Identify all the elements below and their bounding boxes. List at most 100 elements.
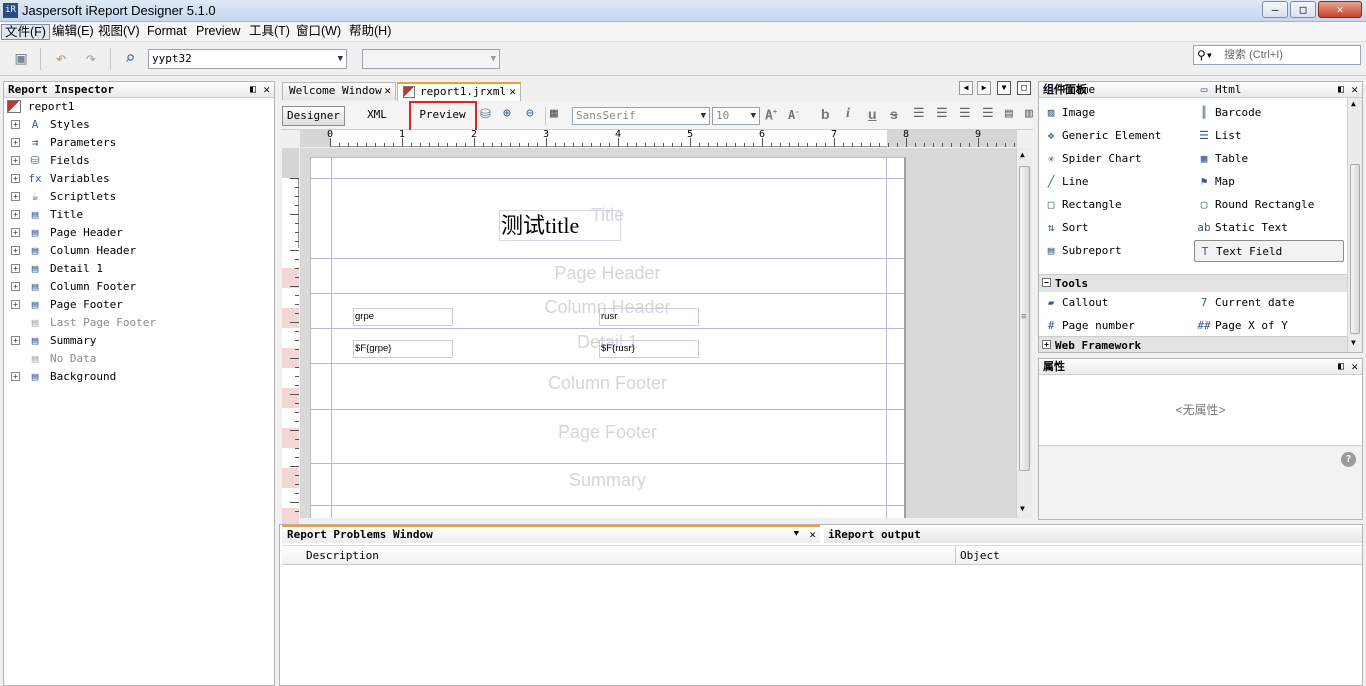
palette-item-map[interactable]: ⚑ Map: [1194, 171, 1344, 193]
expand-icon[interactable]: +: [11, 246, 20, 255]
band-page-header[interactable]: Page Header: [311, 259, 904, 294]
close-panel-icon[interactable]: ✕: [1351, 82, 1358, 97]
tree-item-page-header[interactable]: + ▤ Page Header: [4, 224, 274, 242]
palette-item-callout[interactable]: ▰ Callout: [1041, 292, 1191, 314]
expand-icon[interactable]: +: [11, 138, 20, 147]
close-tab-icon[interactable]: ✕: [509, 84, 516, 100]
tab-list-icon[interactable]: ⯆: [793, 527, 800, 543]
scroll-thumb[interactable]: [1350, 164, 1360, 334]
palette-item-barcode[interactable]: ║ Barcode: [1194, 102, 1344, 124]
tab-scroll-left-icon[interactable]: ◀: [959, 81, 973, 95]
palette-item-frame[interactable]: ▭ Frame: [1041, 82, 1191, 101]
column-header-description[interactable]: Description: [306, 549, 379, 562]
scroll-up-icon[interactable]: ▲: [1351, 99, 1356, 108]
palette-item-rectangle[interactable]: □ Rectangle: [1041, 194, 1191, 216]
align-left-icon[interactable]: ☰: [913, 106, 925, 121]
font-size-select[interactable]: 10 ▼: [712, 107, 760, 125]
web-framework-section-header[interactable]: + Web Framework: [1039, 336, 1347, 352]
menu-edit[interactable]: 编辑(E): [49, 24, 97, 40]
minimize-panel-icon[interactable]: ◧: [1338, 359, 1344, 374]
font-family-select[interactable]: SansSerif ▼: [572, 107, 710, 125]
palette-item-current-date[interactable]: 7 Current date: [1194, 292, 1344, 314]
secondary-select[interactable]: ▼: [362, 49, 500, 69]
scroll-thumb[interactable]: ≡: [1019, 166, 1030, 471]
underline-icon[interactable]: u: [868, 106, 877, 122]
save-all-icon[interactable]: ▣: [10, 48, 32, 70]
palette-item-line[interactable]: ╱ Line: [1041, 171, 1191, 193]
expand-icon[interactable]: +: [11, 300, 20, 309]
minimize-panel-icon[interactable]: ◧: [250, 82, 256, 97]
palette-item-table[interactable]: ▦ Table: [1194, 148, 1344, 170]
tree-item-column-footer[interactable]: + ▤ Column Footer: [4, 278, 274, 296]
band-title[interactable]: Title 测试title: [311, 179, 904, 259]
close-panel-icon[interactable]: ✕: [1351, 359, 1358, 374]
tree-item-variables[interactable]: + fx Variables: [4, 170, 274, 188]
menu-tools[interactable]: 工具(T): [246, 24, 293, 40]
search-box[interactable]: ⚲▾ 搜索 (Ctrl+I): [1193, 45, 1361, 65]
palette-scrollbar[interactable]: ▲ ▼: [1347, 98, 1362, 352]
expand-icon[interactable]: +: [11, 264, 20, 273]
scroll-down-icon[interactable]: ▼: [1020, 504, 1025, 513]
scroll-down-icon[interactable]: ▼: [1351, 338, 1356, 347]
align-center-icon[interactable]: ☰: [959, 106, 971, 121]
decrease-font-icon[interactable]: A-: [788, 108, 799, 122]
tree-item-last-page-footer[interactable]: ▤ Last Page Footer: [4, 314, 274, 332]
editor-vertical-scrollbar[interactable]: ▲ ≡ ▼: [1016, 148, 1032, 518]
expand-icon[interactable]: +: [11, 336, 20, 345]
bottom-tab-problems[interactable]: Report Problems Window ⯆ ✕: [282, 525, 820, 543]
palette-item-round-rectangle[interactable]: ▢ Round Rectangle: [1194, 194, 1344, 216]
menu-format[interactable]: Format: [144, 24, 190, 40]
menu-window[interactable]: 窗口(W): [293, 24, 344, 40]
detail-field-rusr[interactable]: $F{rusr}: [599, 340, 699, 358]
bold-icon[interactable]: b: [821, 106, 830, 122]
minimize-button[interactable]: —: [1262, 1, 1288, 18]
tree-item-column-header[interactable]: + ▤ Column Header: [4, 242, 274, 260]
expand-icon[interactable]: +: [11, 372, 20, 381]
tab-scroll-right-icon[interactable]: ▶: [977, 81, 991, 95]
column-header-field-grpe[interactable]: grpe: [353, 308, 453, 326]
palette-item-text-field[interactable]: T Text Field: [1194, 240, 1344, 262]
menu-view[interactable]: 视图(V): [95, 24, 143, 40]
datasource-icon[interactable]: ⌕: [119, 48, 141, 70]
help-icon[interactable]: ?: [1341, 452, 1356, 467]
tree-item-parameters[interactable]: + ⇉ Parameters: [4, 134, 274, 152]
palette-item-sort[interactable]: ⇅ Sort: [1041, 217, 1191, 239]
tab-report1[interactable]: report1.jrxml ✕: [397, 82, 521, 101]
align-justify-icon[interactable]: ☰: [936, 106, 948, 121]
tree-item-styles[interactable]: + A Styles: [4, 116, 274, 134]
close-tab-icon[interactable]: ✕: [809, 527, 816, 543]
xml-view-button[interactable]: XML: [352, 106, 402, 126]
band-detail[interactable]: Detail 1 $F{grpe} $F{rusr}: [311, 329, 904, 364]
strikethrough-icon[interactable]: s: [890, 106, 898, 122]
tree-item-title[interactable]: + ▤ Title: [4, 206, 274, 224]
palette-item-static-text[interactable]: ab Static Text: [1194, 217, 1344, 239]
redo-icon[interactable]: ↷: [80, 48, 102, 70]
menu-preview[interactable]: Preview: [193, 24, 243, 40]
expand-icon[interactable]: +: [11, 120, 20, 129]
band-page-footer[interactable]: Page Footer: [311, 410, 904, 464]
title-text-field[interactable]: 测试title: [499, 210, 621, 241]
maximize-button[interactable]: □: [1290, 1, 1316, 18]
palette-item-image[interactable]: ▨ Image: [1041, 102, 1191, 124]
palette-item-spider-chart[interactable]: ✳ Spider Chart: [1041, 148, 1191, 170]
datasource-select[interactable]: yypt32 ▼: [148, 49, 347, 69]
detail-field-grpe[interactable]: $F{grpe}: [353, 340, 453, 358]
zoom-out-icon[interactable]: ⊖: [526, 106, 534, 121]
undo-icon[interactable]: ↶: [50, 48, 72, 70]
expand-icon[interactable]: +: [11, 156, 20, 165]
expand-icon[interactable]: +: [11, 192, 20, 201]
tree-item-scriptlets[interactable]: + ☕ Scriptlets: [4, 188, 274, 206]
database-icon[interactable]: ⛁: [480, 107, 491, 122]
increase-font-icon[interactable]: A+: [765, 108, 777, 123]
menu-file[interactable]: 文件(F): [1, 24, 50, 40]
tree-item-background[interactable]: + ▤ Background: [4, 368, 274, 386]
tree-item-summary[interactable]: + ▤ Summary: [4, 332, 274, 350]
palette-item-generic-element[interactable]: ✥ Generic Element: [1041, 125, 1191, 147]
zoom-in-icon[interactable]: ⊕: [503, 106, 511, 121]
band-column-footer[interactable]: Column Footer: [311, 364, 904, 410]
palette-item-list[interactable]: ☰ List: [1194, 125, 1344, 147]
collapse-icon[interactable]: −: [1042, 278, 1051, 287]
expand-icon[interactable]: +: [11, 174, 20, 183]
expand-icon[interactable]: +: [11, 210, 20, 219]
tree-item-detail-1[interactable]: + ▤ Detail 1: [4, 260, 274, 278]
